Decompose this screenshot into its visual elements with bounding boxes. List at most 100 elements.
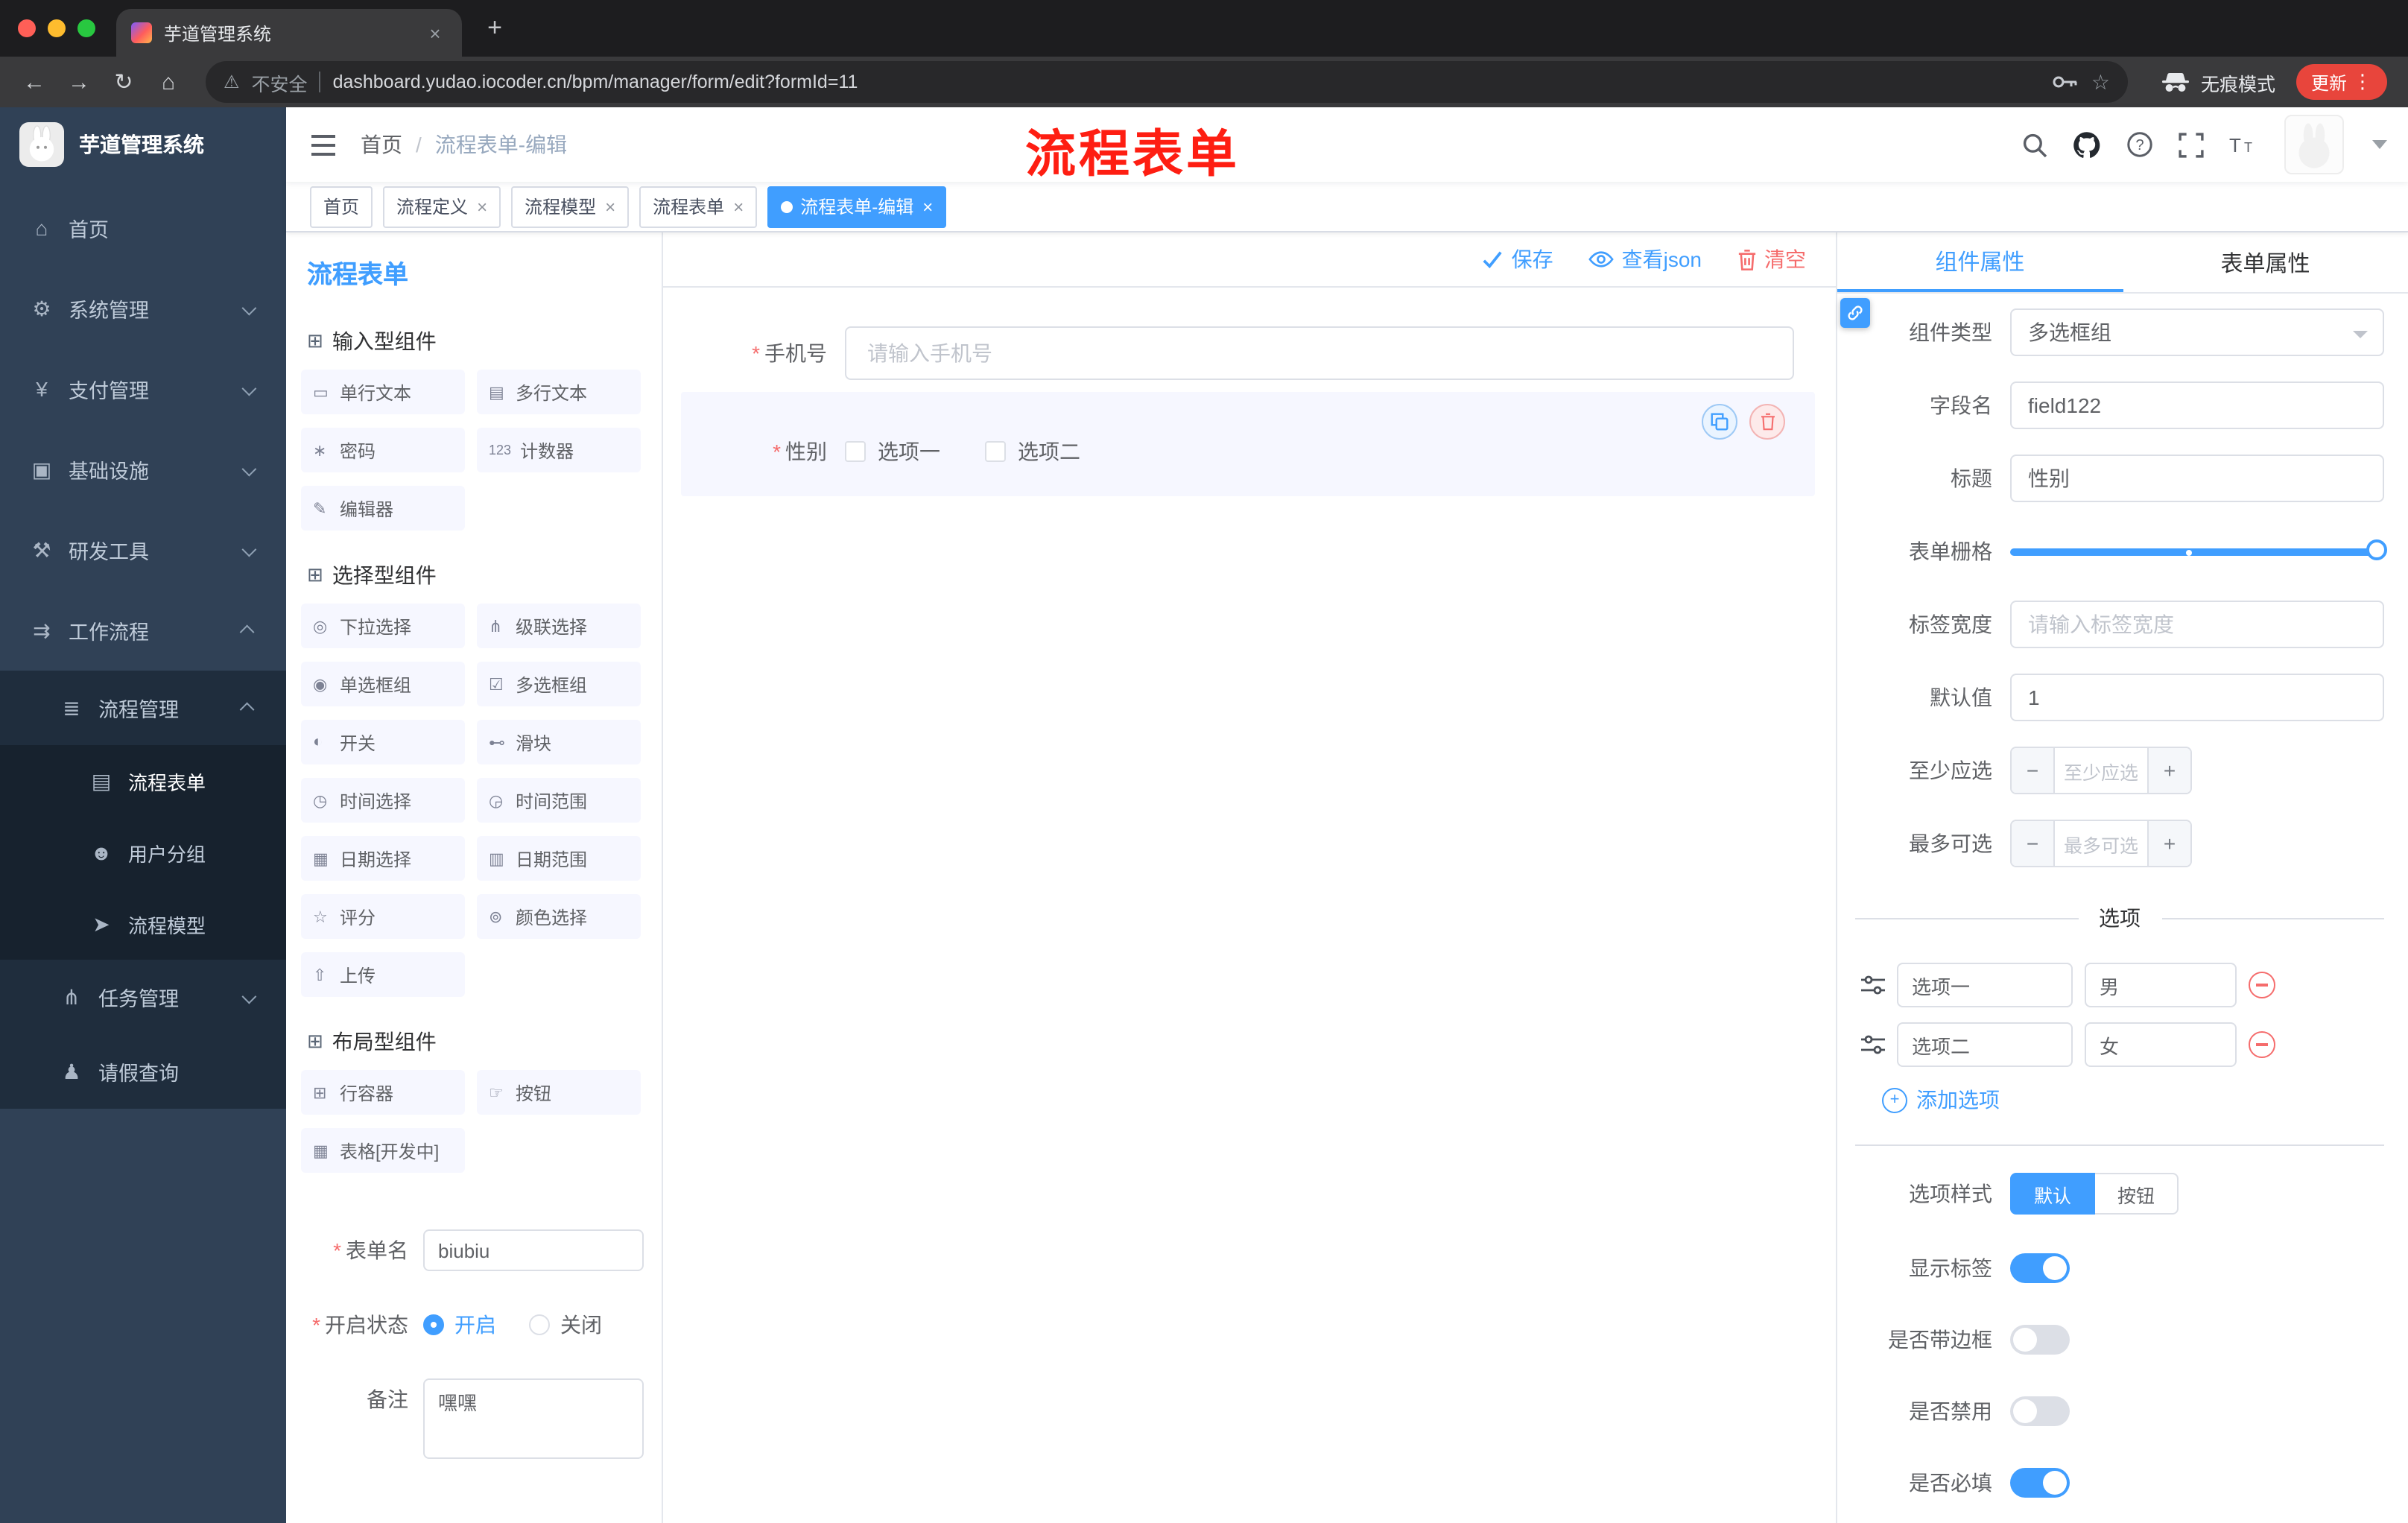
avatar-dropdown-caret-icon[interactable]: [2372, 140, 2387, 149]
password-key-icon[interactable]: [2053, 75, 2079, 89]
remove-option-icon[interactable]: [2249, 1031, 2275, 1058]
tab-component-props[interactable]: 组件属性: [1837, 232, 2123, 292]
form-remark-textarea[interactable]: 嘿嘿: [423, 1378, 644, 1459]
palette-item-date-picker[interactable]: ▦ 日期选择: [301, 836, 465, 881]
default-value-input[interactable]: [2010, 674, 2384, 721]
title-input[interactable]: [2010, 455, 2384, 502]
view-json-button[interactable]: 查看json: [1588, 244, 1702, 274]
palette-item-row-container[interactable]: ⊞ 行容器: [301, 1070, 465, 1115]
forward-icon[interactable]: [60, 63, 98, 101]
max-select-value[interactable]: 最多可选: [2055, 821, 2147, 866]
tag-process-form-edit[interactable]: 流程表单-编辑: [767, 186, 947, 227]
slider-handle[interactable]: [2366, 539, 2387, 560]
sidebar-item-devtools[interactable]: ⚒ 研发工具: [0, 510, 286, 590]
tag-process-definition[interactable]: 流程定义: [383, 186, 501, 227]
github-icon[interactable]: [2073, 130, 2101, 159]
palette-item-select[interactable]: ◎ 下拉选择: [301, 604, 465, 648]
search-icon[interactable]: [2022, 132, 2047, 157]
style-default-button[interactable]: 默认: [2010, 1173, 2096, 1215]
palette-item-switch[interactable]: ◐ 开关: [301, 720, 465, 764]
tab-close-icon[interactable]: [423, 22, 447, 44]
breadcrumb-home[interactable]: 首页: [361, 130, 402, 159]
radio-closed[interactable]: 关闭: [529, 1304, 602, 1346]
back-icon[interactable]: [15, 63, 54, 101]
palette-item-color-picker[interactable]: ⊚ 颜色选择: [477, 894, 641, 939]
palette-item-table[interactable]: ▦ 表格[开发中]: [301, 1128, 465, 1173]
bookmark-star-icon[interactable]: [2091, 69, 2110, 95]
remove-option-icon[interactable]: [2249, 972, 2275, 998]
window-zoom-button[interactable]: [77, 19, 95, 37]
tab-form-props[interactable]: 表单属性: [2123, 232, 2408, 292]
checkbox-option-2[interactable]: 选项二: [985, 437, 1080, 466]
tag-close-icon[interactable]: [605, 196, 615, 217]
sidebar-item-infrastructure[interactable]: ▣ 基础设施: [0, 429, 286, 510]
drag-handle-icon[interactable]: [1861, 975, 1885, 995]
palette-item-time-picker[interactable]: ◷ 时间选择: [301, 778, 465, 823]
tag-process-model[interactable]: 流程模型: [511, 186, 630, 227]
sidebar-item-home[interactable]: ⌂ 首页: [0, 188, 286, 268]
palette-item-editor[interactable]: ✎ 编辑器: [301, 486, 465, 531]
browser-tab[interactable]: 芋道管理系统: [116, 9, 462, 57]
doc-link-icon[interactable]: [1840, 298, 1870, 328]
tag-home[interactable]: 首页: [310, 186, 373, 227]
increase-button[interactable]: [2147, 821, 2190, 866]
hamburger-icon[interactable]: [310, 133, 337, 156]
browser-menu-icon[interactable]: [2353, 70, 2372, 94]
sidebar-item-workflow[interactable]: ⇉ 工作流程: [0, 590, 286, 671]
selected-component-gender[interactable]: 性别 选项一 选项二: [681, 392, 1815, 496]
palette-item-cascader[interactable]: ⋔ 级联选择: [477, 604, 641, 648]
palette-item-rate[interactable]: ☆ 评分: [301, 894, 465, 939]
field-name-input[interactable]: [2010, 381, 2384, 429]
palette-item-time-range[interactable]: ◶ 时间范围: [477, 778, 641, 823]
tag-process-form[interactable]: 流程表单: [639, 186, 758, 227]
option-name-input[interactable]: [1897, 963, 2073, 1007]
sidebar-item-payment[interactable]: ¥ 支付管理: [0, 349, 286, 429]
label-width-input[interactable]: [2010, 601, 2384, 648]
decrease-button[interactable]: [2012, 821, 2055, 866]
palette-item-date-range[interactable]: ▥ 日期范围: [477, 836, 641, 881]
palette-item-upload[interactable]: ⇧ 上传: [301, 952, 465, 997]
decrease-button[interactable]: [2012, 748, 2055, 793]
help-icon[interactable]: ?: [2126, 131, 2153, 158]
new-tab-button[interactable]: [480, 13, 510, 43]
clear-button[interactable]: 清空: [1737, 244, 1806, 274]
window-close-button[interactable]: [18, 19, 36, 37]
tag-close-icon[interactable]: [733, 196, 744, 217]
palette-item-slider[interactable]: ⊷ 滑块: [477, 720, 641, 764]
sidebar-item-user-groups[interactable]: ☻ 用户分组: [0, 817, 286, 888]
form-name-input[interactable]: [423, 1229, 644, 1271]
checkbox-option-1[interactable]: 选项一: [845, 437, 940, 466]
increase-button[interactable]: [2147, 748, 2190, 793]
delete-component-button[interactable]: [1749, 404, 1785, 440]
phone-input[interactable]: [845, 326, 1794, 380]
min-select-value[interactable]: 至少应选: [2055, 748, 2147, 793]
sidebar-item-leave-query[interactable]: ♟ 请假查询: [0, 1034, 286, 1109]
tag-close-icon[interactable]: [477, 196, 487, 217]
home-icon[interactable]: [149, 63, 188, 101]
update-button[interactable]: 更新: [2295, 64, 2387, 100]
tag-close-icon[interactable]: [922, 196, 933, 217]
sidebar-item-task-management[interactable]: ⋔ 任务管理: [0, 960, 286, 1034]
palette-item-textarea[interactable]: ▤ 多行文本: [477, 370, 641, 414]
option-value-input[interactable]: [2085, 1022, 2237, 1067]
reload-icon[interactable]: [104, 63, 143, 101]
grid-slider[interactable]: [2010, 528, 2387, 575]
required-switch[interactable]: [2010, 1468, 2070, 1498]
sidebar-item-system[interactable]: ⚙ 系统管理: [0, 268, 286, 349]
phone-form-item[interactable]: 手机号: [681, 326, 1815, 380]
address-bar[interactable]: 不安全 dashboard.yudao.iocoder.cn/bpm/manag…: [206, 61, 2128, 103]
option-value-input[interactable]: [2085, 963, 2237, 1007]
save-button[interactable]: 保存: [1482, 244, 1553, 274]
palette-item-button[interactable]: ☞ 按钮: [477, 1070, 641, 1115]
avatar[interactable]: [2284, 115, 2344, 174]
show-label-switch[interactable]: [2010, 1253, 2070, 1283]
palette-item-password[interactable]: ∗ 密码: [301, 428, 465, 472]
style-button-button[interactable]: 按钮: [2095, 1173, 2179, 1215]
drag-handle-icon[interactable]: [1861, 1034, 1885, 1055]
palette-item-radio-group[interactable]: ◉ 单选框组: [301, 662, 465, 706]
palette-item-checkbox-group[interactable]: ☑ 多选框组: [477, 662, 641, 706]
font-size-icon[interactable]: TT: [2229, 133, 2259, 156]
sidebar-item-process-model[interactable]: ➤ 流程模型: [0, 888, 286, 960]
option-name-input[interactable]: [1897, 1022, 2073, 1067]
border-switch[interactable]: [2010, 1325, 2070, 1355]
